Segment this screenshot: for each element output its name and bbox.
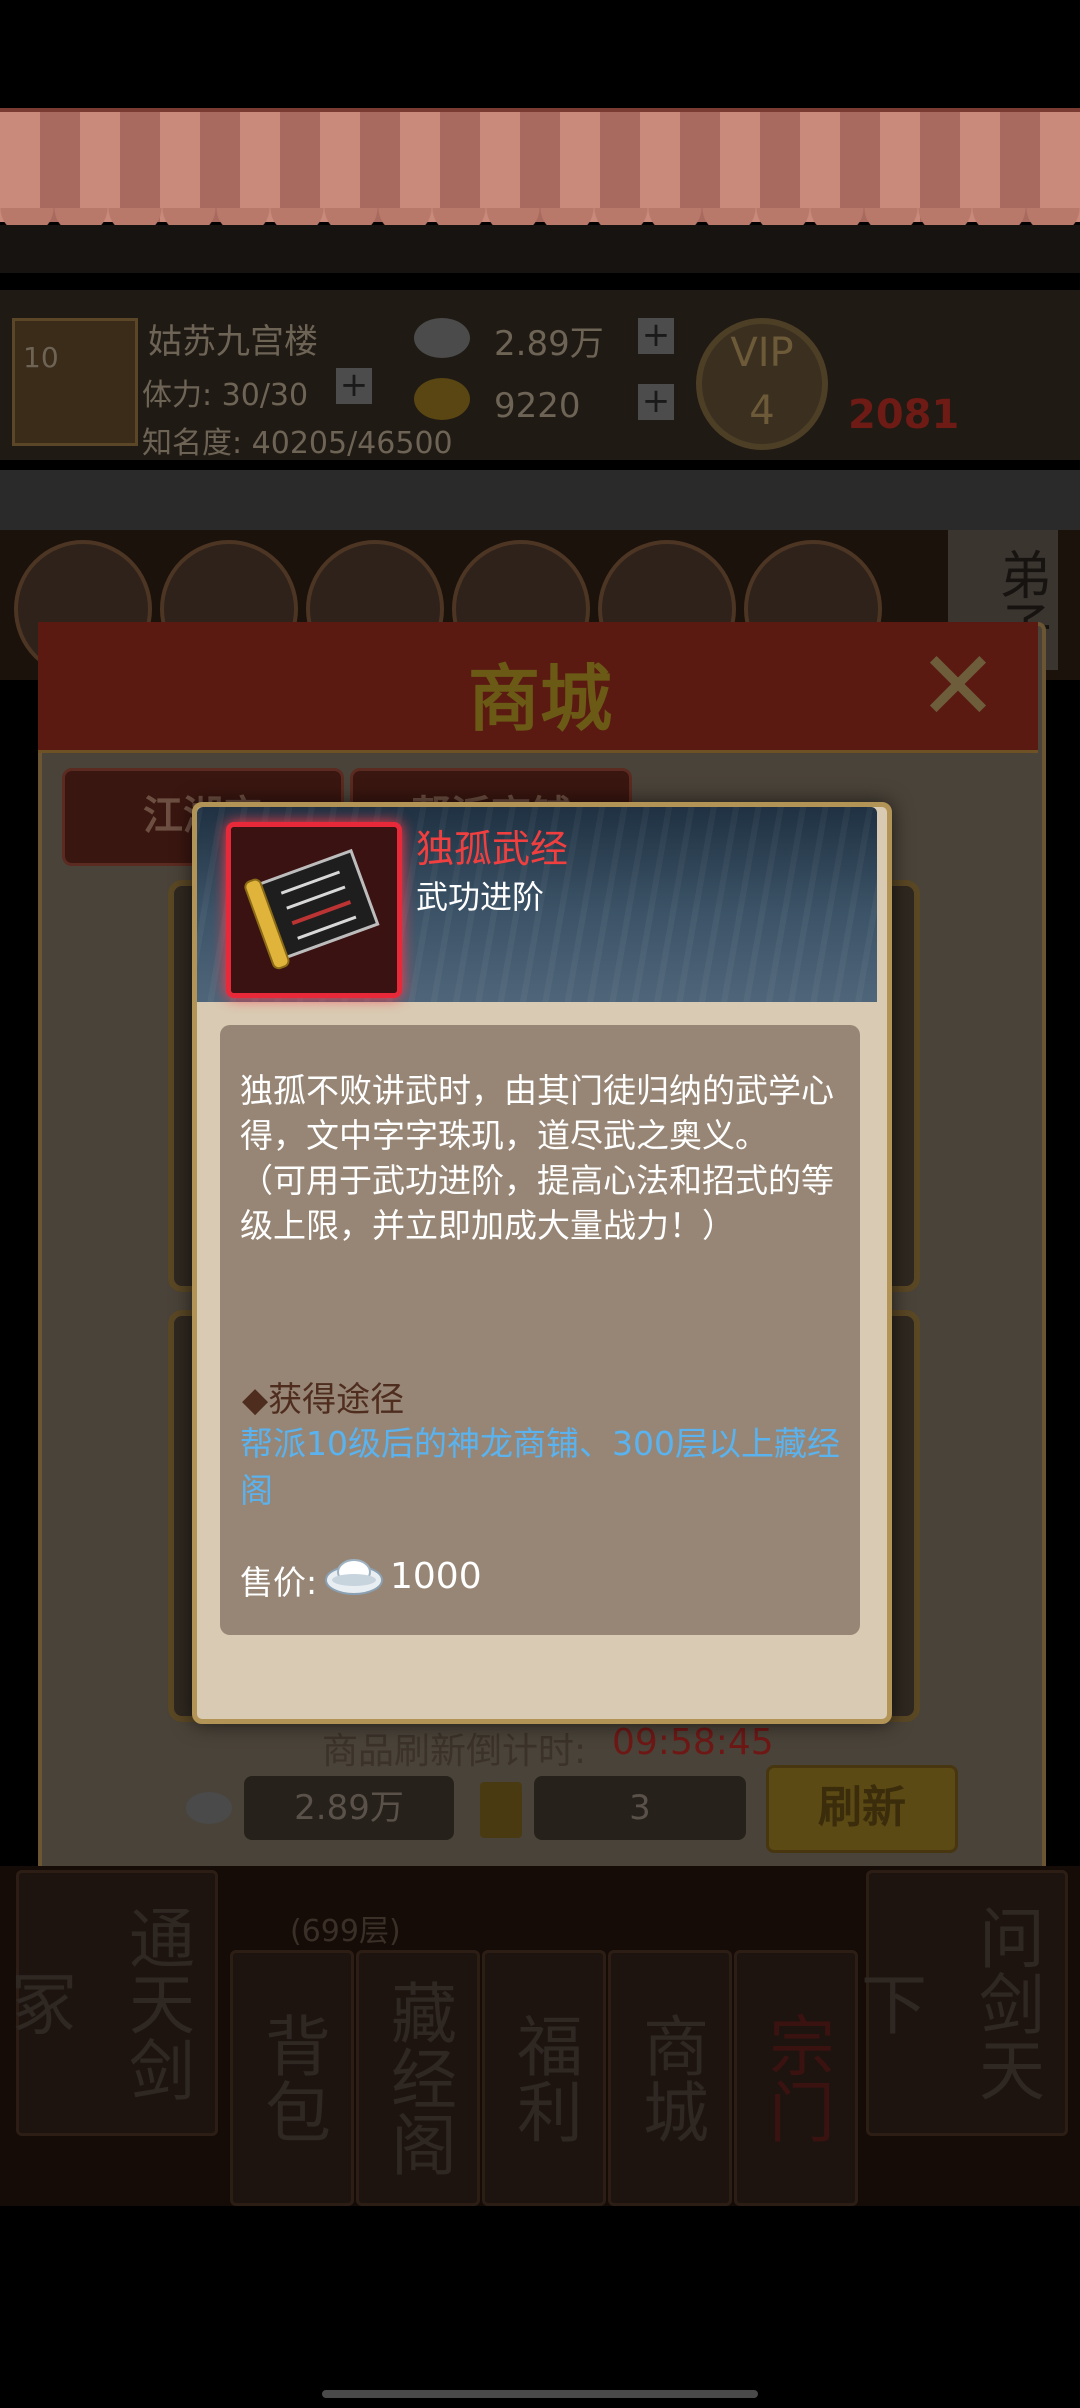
scroll-icon [226, 822, 402, 998]
power-value: 2081 [848, 392, 960, 438]
add-gold-button[interactable]: + [638, 384, 674, 420]
gold-amount: 9220 [494, 386, 581, 426]
source-text: 帮派10级后的神龙商铺、300层以上藏经阁 [240, 1424, 840, 1510]
tower-floor: (699层) [290, 1914, 401, 1949]
player-level-badge[interactable]: 10 [12, 318, 138, 446]
silver-amount: 2.89万 [494, 324, 604, 364]
shop-title: 商城 [467, 657, 612, 741]
nav-welfare[interactable]: 福利 [482, 1950, 606, 2206]
silver-balance: 2.89万 [244, 1776, 454, 1840]
add-stamina-button[interactable]: + [336, 368, 372, 404]
refresh-button[interactable]: 刷新 [766, 1765, 958, 1853]
vip-level: 4 [749, 388, 775, 434]
ticker-bar [0, 225, 1080, 273]
price-value: 1000 [390, 1556, 482, 1597]
player-level: 10 [23, 341, 59, 374]
item-category: 武功进阶 [416, 878, 545, 916]
vip-badge[interactable]: VIP 4 [696, 318, 828, 450]
nav-shop[interactable]: 商城 [608, 1950, 732, 2206]
stamina-text: 体力: 30/30 [142, 378, 309, 413]
refresh-countdown-value: 09:58:45 [612, 1722, 774, 1763]
nav-tower[interactable]: 通天剑冢 [0, 1870, 218, 2136]
silver-ingot-icon [186, 1792, 232, 1824]
silver-ingot-icon [324, 1550, 384, 1596]
fame-text: 知名度: 40205/46500 [142, 426, 453, 461]
refresh-countdown-label: 商品刷新倒计时: [322, 1731, 587, 1772]
refresh-token-icon [480, 1782, 522, 1838]
refresh-token-count: 3 [534, 1776, 746, 1840]
item-description: 独孤不败讲武时，由其门徒归纳的武学心得，文中字字珠玑，道尽武之奥义。 （可用于武… [240, 1071, 834, 1245]
home-indicator[interactable] [322, 2390, 758, 2398]
nav-bag[interactable]: 背包 [230, 1950, 354, 2206]
divider-band [0, 470, 1080, 530]
vip-label: VIP [730, 330, 794, 376]
nav-duel[interactable]: 问剑天下 [850, 1870, 1068, 2136]
item-name: 独孤武经 [416, 827, 569, 871]
nav-library[interactable]: 藏经阁 [356, 1950, 480, 2206]
player-name: 姑苏九宫楼 [148, 322, 318, 362]
silver-currency-icon [414, 318, 470, 358]
price-label: 售价: [240, 1563, 318, 1602]
combat-power: 2081 [830, 330, 1080, 440]
source-title: ◆获得途径 [242, 1380, 405, 1420]
gold-currency-icon [414, 378, 470, 420]
add-silver-button[interactable]: + [638, 318, 674, 354]
close-icon[interactable]: ✕ [908, 636, 1008, 736]
stage-curtain [0, 108, 1080, 236]
